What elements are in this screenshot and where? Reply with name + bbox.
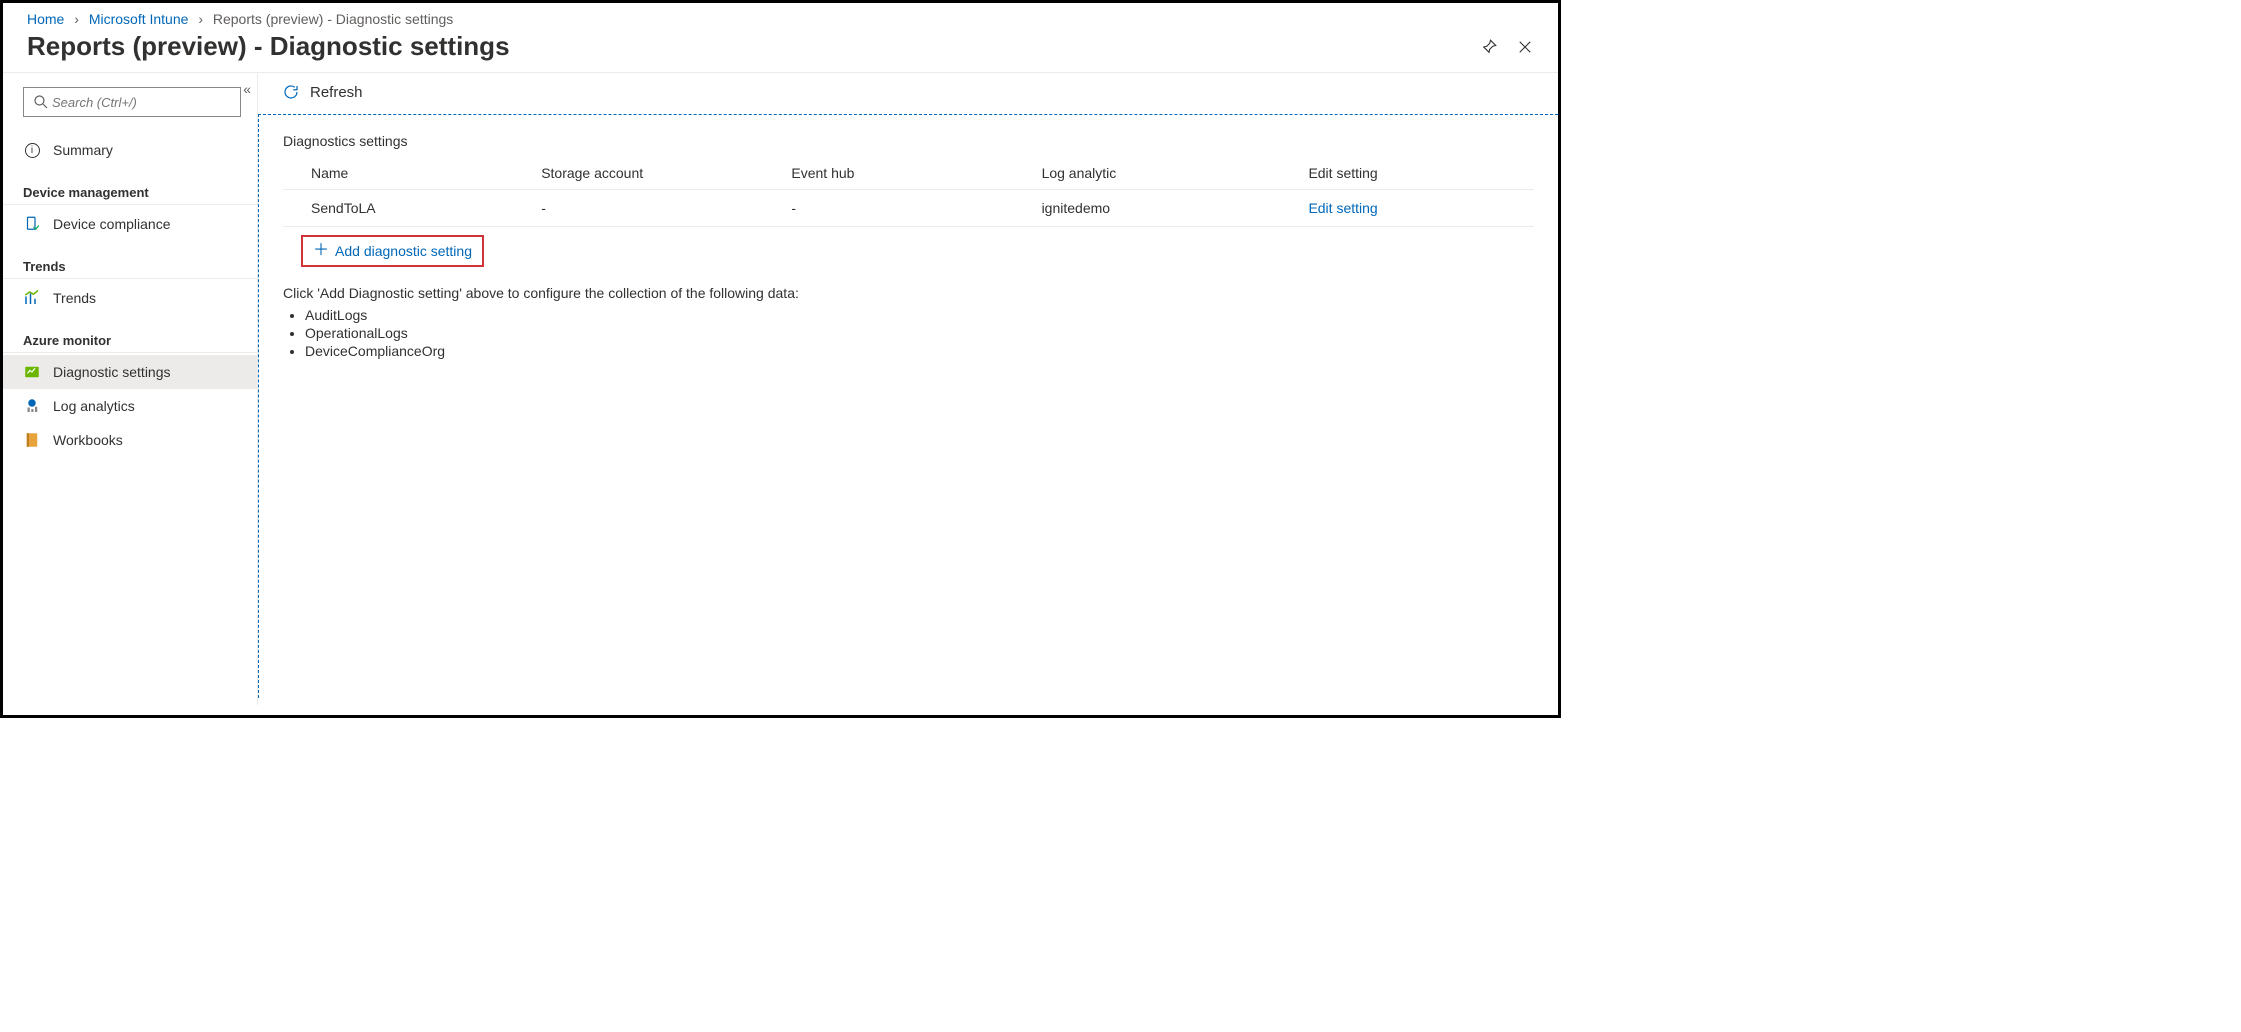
page-title: Reports (preview) - Diagnostic settings	[27, 31, 1480, 62]
sidebar-item-label: Diagnostic settings	[53, 364, 171, 380]
sidebar: « i Summary Device management Device com…	[3, 73, 258, 705]
close-icon[interactable]	[1516, 38, 1534, 56]
trends-icon	[23, 289, 41, 307]
cell-loganalytic: ignitedemo	[1034, 190, 1301, 227]
cell-storage: -	[533, 190, 783, 227]
collapse-sidebar-icon[interactable]: «	[243, 81, 251, 97]
refresh-icon	[282, 83, 300, 101]
col-eventhub: Event hub	[783, 157, 1033, 190]
search-icon	[32, 93, 50, 111]
device-icon	[23, 215, 41, 233]
loganalytics-icon	[23, 397, 41, 415]
cell-name: SendToLA	[283, 190, 533, 227]
sidebar-section-device-management: Device management	[3, 175, 257, 205]
edit-setting-link[interactable]: Edit setting	[1308, 200, 1377, 216]
cell-eventhub: -	[783, 190, 1033, 227]
sidebar-section-trends: Trends	[3, 249, 257, 279]
sidebar-item-summary[interactable]: i Summary	[3, 133, 257, 167]
sidebar-item-trends[interactable]: Trends	[3, 281, 257, 315]
help-text-block: Click 'Add Diagnostic setting' above to …	[283, 285, 1534, 359]
refresh-label: Refresh	[310, 84, 363, 101]
sidebar-item-device-compliance[interactable]: Device compliance	[3, 207, 257, 241]
help-list-item: DeviceComplianceOrg	[305, 343, 1534, 359]
workbooks-icon	[23, 431, 41, 449]
info-icon: i	[23, 141, 41, 159]
chevron-right-icon: ›	[68, 11, 85, 27]
diag-icon	[23, 363, 41, 381]
chevron-right-icon: ›	[192, 11, 209, 27]
col-name: Name	[283, 157, 533, 190]
add-diagnostic-setting-button[interactable]: ＋ Add diagnostic setting	[301, 235, 484, 267]
main-pane: Refresh Diagnostics settings Name Storag…	[258, 73, 1558, 705]
breadcrumb-home[interactable]: Home	[27, 11, 64, 27]
help-list-item: OperationalLogs	[305, 325, 1534, 341]
breadcrumb: Home › Microsoft Intune › Reports (previ…	[3, 3, 1558, 31]
refresh-button[interactable]: Refresh	[282, 83, 363, 101]
sidebar-item-log-analytics[interactable]: Log analytics	[3, 389, 257, 423]
breadcrumb-current: Reports (preview) - Diagnostic settings	[213, 11, 453, 27]
pin-icon[interactable]	[1480, 38, 1498, 56]
sidebar-item-label: Trends	[53, 290, 96, 306]
table-row: SendToLA - - ignitedemo Edit setting	[283, 190, 1534, 227]
sidebar-item-label: Device compliance	[53, 216, 171, 232]
sidebar-item-diagnostic-settings[interactable]: Diagnostic settings	[3, 355, 257, 389]
col-editsetting: Edit setting	[1300, 157, 1534, 190]
help-text: Click 'Add Diagnostic setting' above to …	[283, 285, 1534, 301]
sidebar-item-label: Summary	[53, 142, 113, 158]
breadcrumb-intune[interactable]: Microsoft Intune	[89, 11, 189, 27]
add-diagnostic-setting-label: Add diagnostic setting	[335, 243, 472, 259]
sidebar-item-label: Log analytics	[53, 398, 135, 414]
sidebar-section-azure-monitor: Azure monitor	[3, 323, 257, 353]
sidebar-item-workbooks[interactable]: Workbooks	[3, 423, 257, 457]
col-loganalytic: Log analytic	[1034, 157, 1301, 190]
diagnostics-table: Name Storage account Event hub Log analy…	[283, 157, 1534, 227]
col-storage: Storage account	[533, 157, 783, 190]
search-input-wrapper[interactable]	[23, 87, 241, 117]
diagnostics-settings-label: Diagnostics settings	[283, 133, 1534, 149]
help-list-item: AuditLogs	[305, 307, 1534, 323]
search-input[interactable]	[50, 94, 232, 111]
sidebar-item-label: Workbooks	[53, 432, 123, 448]
plus-icon: ＋	[313, 243, 329, 259]
